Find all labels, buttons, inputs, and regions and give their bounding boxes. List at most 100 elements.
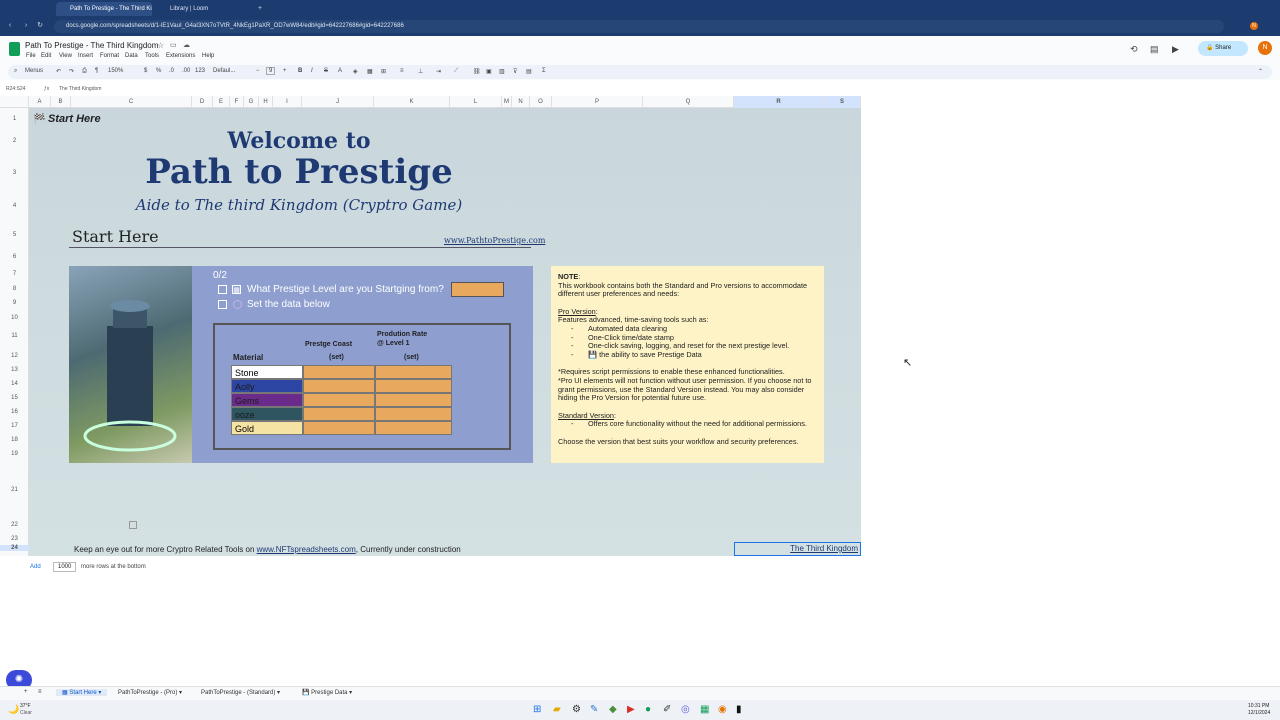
- number-format-button[interactable]: 123: [195, 68, 205, 74]
- production-rate-input[interactable]: [375, 421, 452, 435]
- col-header[interactable]: S: [824, 96, 861, 108]
- row-header[interactable]: 18: [0, 437, 29, 443]
- sheet-tab-pro[interactable]: PathToPrestige - (Pro) ▾: [118, 689, 182, 696]
- sheets-logo-icon[interactable]: [9, 42, 20, 56]
- row-header[interactable]: 23: [0, 536, 29, 542]
- menu-file[interactable]: File: [26, 53, 36, 59]
- name-box[interactable]: R24:S24: [6, 86, 25, 92]
- weather-temp[interactable]: 37°F: [20, 703, 31, 709]
- profile-avatar[interactable]: N: [1250, 22, 1258, 30]
- add-sheet-icon[interactable]: +: [24, 689, 28, 695]
- prestige-cost-input[interactable]: [303, 407, 375, 421]
- app-icon[interactable]: ▦: [700, 704, 709, 715]
- increase-decimal-button[interactable]: .00: [182, 68, 190, 74]
- percent-button[interactable]: %: [156, 68, 161, 74]
- merge-icon[interactable]: ⊞: [381, 68, 386, 75]
- share-button[interactable]: 🔒 Share: [1198, 41, 1248, 56]
- col-header[interactable]: F: [230, 96, 244, 108]
- menu-data[interactable]: Data: [125, 53, 138, 59]
- col-header[interactable]: R: [734, 96, 824, 108]
- col-header[interactable]: I: [273, 96, 302, 108]
- valign-icon[interactable]: ⊥: [418, 68, 423, 75]
- menu-help[interactable]: Help: [202, 53, 214, 59]
- col-header[interactable]: L: [450, 96, 502, 108]
- functions-icon[interactable]: Σ: [542, 68, 546, 74]
- forward-icon[interactable]: ›: [22, 22, 30, 30]
- sheet-tab-prestige-data[interactable]: 💾 Prestige Data ▾: [302, 689, 352, 696]
- col-header[interactable]: A: [29, 96, 51, 108]
- col-header[interactable]: Q: [643, 96, 734, 108]
- row-header[interactable]: 17: [0, 423, 29, 429]
- add-rows-count[interactable]: 1000: [53, 562, 77, 572]
- sheet-tab-start-here[interactable]: ▦ Start Here ▾: [56, 689, 108, 696]
- row-header[interactable]: 11: [0, 333, 29, 339]
- row-header[interactable]: 4: [0, 203, 29, 209]
- selected-cell-kingdom[interactable]: The Third Kingdom: [734, 542, 861, 556]
- search-menus[interactable]: Menus: [25, 68, 43, 74]
- doc-title[interactable]: Path To Prestige - The Third Kingdom: [25, 41, 158, 50]
- col-header[interactable]: O: [530, 96, 552, 108]
- app-icon[interactable]: ▮: [736, 704, 742, 715]
- address-bar[interactable]: docs.google.com/spreadsheets/d/1-lE1VauI…: [54, 20, 1224, 33]
- font-select[interactable]: Defaul...: [213, 68, 235, 74]
- link-icon[interactable]: ⛓: [473, 68, 481, 75]
- col-header[interactable]: E: [213, 96, 230, 108]
- back-icon[interactable]: ‹: [6, 22, 14, 30]
- prestige-cost-input[interactable]: [303, 379, 375, 393]
- menu-edit[interactable]: Edit: [41, 53, 51, 59]
- app-icon[interactable]: ◆: [609, 704, 617, 715]
- decrease-decimal-button[interactable]: .0: [169, 68, 174, 74]
- new-tab-icon[interactable]: +: [256, 5, 264, 13]
- font-size-input[interactable]: 9: [266, 67, 276, 75]
- sheet-tab-standard[interactable]: PathToPrestige - (Standard) ▾: [201, 689, 280, 696]
- comment-icon[interactable]: ▣: [486, 68, 492, 75]
- kingdom-link[interactable]: The Third Kingdom: [790, 544, 858, 553]
- file-explorer-icon[interactable]: ▰: [553, 704, 561, 715]
- row-header[interactable]: 24: [0, 545, 29, 551]
- app-icon[interactable]: ⚙: [572, 704, 581, 715]
- production-rate-input[interactable]: [375, 379, 452, 393]
- task2-checkbox[interactable]: [218, 300, 227, 309]
- row-header[interactable]: 16: [0, 409, 29, 415]
- menu-view[interactable]: View: [59, 53, 72, 59]
- redo-icon[interactable]: ↷: [69, 68, 74, 75]
- add-rows-button[interactable]: Add: [30, 564, 41, 570]
- zoom-select[interactable]: 150%: [108, 68, 123, 74]
- row-header[interactable]: 5: [0, 232, 29, 238]
- chart-icon[interactable]: ▥: [499, 68, 505, 75]
- reload-icon[interactable]: ↻: [36, 22, 44, 30]
- strikethrough-icon[interactable]: S: [324, 68, 328, 74]
- row-header[interactable]: 9: [0, 300, 29, 306]
- app-icon[interactable]: ✐: [663, 704, 671, 715]
- prestige-level-input[interactable]: [451, 282, 504, 297]
- search-icon[interactable]: ⌕: [14, 68, 17, 75]
- currency-button[interactable]: $: [144, 68, 147, 74]
- browser-tab-sheets[interactable]: Path To Prestige - The Third Ki: [56, 2, 152, 16]
- production-rate-input[interactable]: [375, 393, 452, 407]
- menu-format[interactable]: Format: [100, 53, 119, 59]
- row-header[interactable]: 3: [0, 170, 29, 176]
- font-size-decrease[interactable]: −: [256, 68, 260, 74]
- prestige-cost-input[interactable]: [303, 365, 375, 379]
- print-icon[interactable]: ⎙: [82, 68, 87, 75]
- start-menu-icon[interactable]: ⊞: [533, 704, 541, 715]
- hidden-checkbox[interactable]: [129, 521, 137, 529]
- col-header[interactable]: G: [244, 96, 259, 108]
- row-header[interactable]: 8: [0, 286, 29, 292]
- history-icon[interactable]: ⟲: [1130, 44, 1138, 55]
- production-rate-input[interactable]: [375, 365, 452, 379]
- clock-time[interactable]: 10:31 PM: [1248, 703, 1269, 709]
- col-header[interactable]: M: [502, 96, 512, 108]
- cloud-status-icon[interactable]: ☁: [183, 41, 190, 49]
- comments-icon[interactable]: ▤: [1150, 44, 1159, 55]
- app-icon[interactable]: ▶: [627, 704, 635, 715]
- row-header[interactable]: 13: [0, 367, 29, 373]
- col-header[interactable]: D: [192, 96, 213, 108]
- app-icon[interactable]: ●: [645, 704, 651, 715]
- col-header[interactable]: H: [259, 96, 273, 108]
- col-header[interactable]: C: [71, 96, 192, 108]
- row-header[interactable]: 15: [0, 395, 29, 401]
- task1-checkbox[interactable]: [218, 285, 227, 294]
- menu-tools[interactable]: Tools: [145, 53, 159, 59]
- undo-icon[interactable]: ↶: [56, 68, 61, 75]
